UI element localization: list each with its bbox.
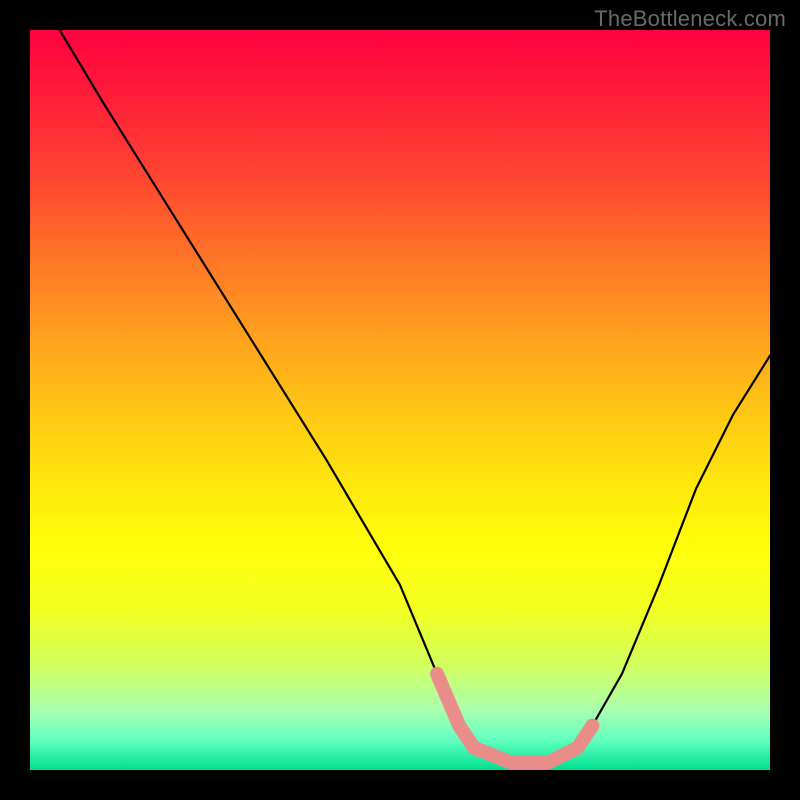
chart-svg — [30, 30, 770, 770]
curve-line — [60, 30, 770, 763]
branding-text: TheBottleneck.com — [594, 6, 786, 32]
chart-frame: TheBottleneck.com — [0, 0, 800, 800]
optimal-range-highlight — [437, 674, 592, 763]
plot-area — [30, 30, 770, 770]
